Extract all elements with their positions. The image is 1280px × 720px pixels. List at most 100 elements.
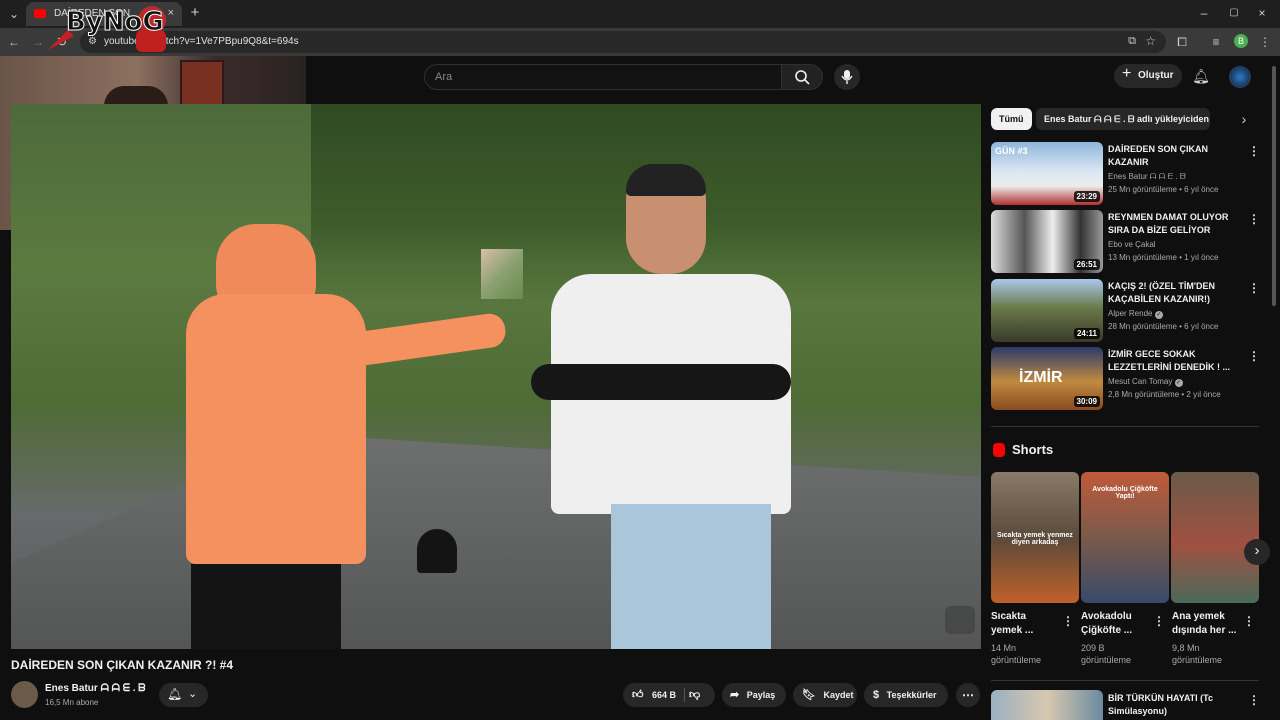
short-views: 9,8 Mn görüntüleme: [1172, 642, 1244, 666]
short-caption: Avokadolu Çiğköfte Yaptı!: [1092, 486, 1158, 500]
share-button[interactable]: ➦ Paylaş: [722, 683, 786, 707]
thumbnail-overlay-text: İZMİR: [1019, 369, 1063, 386]
more-vert-icon[interactable]: ⋮: [1153, 615, 1165, 627]
voice-search-button[interactable]: [834, 64, 860, 90]
recommendation-channel[interactable]: Ebo ve Çakal: [1108, 240, 1156, 249]
title-line: Sıcakta: [991, 611, 1027, 622]
back-arrow-icon[interactable]: ←: [6, 34, 22, 50]
recommendation-title[interactable]: BİR TÜRKÜN HAYATI (Tc Simülasyonu): [1108, 692, 1238, 718]
subscription-notifications-button[interactable]: 🔔︎ ⌄: [159, 683, 208, 707]
more-vert-icon[interactable]: ⋮: [1248, 350, 1260, 362]
chevron-right-icon: ›: [1254, 542, 1260, 559]
dislike-button[interactable]: 👎︎: [689, 683, 711, 707]
shorts-logo-icon: [993, 443, 1005, 457]
views-line: görüntüleme: [1081, 655, 1132, 665]
channel-watermark-icon[interactable]: [945, 606, 975, 634]
title-line: KAZANIR: [1108, 157, 1149, 167]
short-thumbnail[interactable]: [1171, 472, 1259, 603]
title-line: Ana yemek: [1172, 611, 1225, 622]
views-line: görüntüleme: [1172, 655, 1223, 665]
recommendation-thumbnail[interactable]: [991, 690, 1103, 720]
search-button[interactable]: [781, 64, 823, 90]
more-vert-icon[interactable]: ⋮: [1248, 213, 1260, 225]
more-dots-icon: ⋯: [962, 688, 974, 702]
short-title[interactable]: Ana yemek dışında her ...: [1172, 610, 1244, 638]
more-actions-button[interactable]: ⋯: [956, 683, 980, 707]
shorts-next-button[interactable]: ›: [1244, 539, 1270, 565]
notifications-bell-icon[interactable]: 🔔︎: [1192, 68, 1210, 86]
sidebar-divider: [991, 680, 1259, 681]
title-line: dışında her ...: [1172, 625, 1237, 636]
person-right-white-hoodie: [531, 164, 801, 649]
recommendation-title[interactable]: DAİREDEN SON ÇIKAN KAZANIR: [1108, 143, 1238, 169]
video-duration: 24:11: [1073, 328, 1100, 339]
recommendation-thumbnail[interactable]: 24:11: [991, 279, 1103, 342]
more-vert-icon[interactable]: ⋮: [1248, 694, 1260, 706]
more-vert-icon[interactable]: ⋮: [1243, 615, 1255, 627]
more-vert-icon[interactable]: ⋮: [1062, 615, 1074, 627]
super-thanks-icon: $: [873, 689, 880, 701]
video-duration: 30:09: [1073, 396, 1100, 407]
recommendation-thumbnail[interactable]: İZMİR 30:09: [991, 347, 1103, 410]
install-app-icon[interactable]: ⧉: [1128, 35, 1136, 48]
thumbs-up-icon: 👍︎: [632, 689, 644, 701]
bell-icon: 🔔︎: [167, 687, 183, 701]
address-bar[interactable]: ⚙ youtube.c /watch?v=1Ve7PBpu9Q8&t=694s …: [80, 31, 1166, 53]
chips-next-chevron-icon[interactable]: ›: [1236, 111, 1252, 127]
streamer-logo: ByNoG: [40, 0, 170, 56]
thanks-button[interactable]: $ Teşekkürler: [864, 683, 948, 707]
browser-menu-icon[interactable]: ⋮: [1258, 34, 1272, 50]
profile-avatar-icon[interactable]: B: [1234, 34, 1248, 48]
recommendation-channel[interactable]: Alper Rende ✓: [1108, 309, 1163, 319]
bookmark-star-icon[interactable]: ☆: [1145, 34, 1156, 48]
short-thumbnail[interactable]: Avokadolu Çiğköfte Yaptı!: [1081, 472, 1169, 603]
title-line: REYNMEN DAMAT OLUYOR: [1108, 212, 1229, 222]
short-caption: Sıcakta yemek yenmez diyen arkadaş: [997, 532, 1073, 546]
recommendation-title[interactable]: KAÇIŞ 2! (ÖZEL TİM'DEN KAÇABİLEN KAZANIR…: [1108, 280, 1238, 306]
title-line: yemek ...: [991, 625, 1034, 636]
recommendation-title[interactable]: İZMİR GECE SOKAK LEZZETLERİNİ DENEDİK ! …: [1108, 348, 1238, 374]
short-thumbnail[interactable]: Sıcakta yemek yenmez diyen arkadaş: [991, 472, 1079, 603]
chip-all[interactable]: Tümü: [991, 108, 1032, 130]
recommendation-meta: 13 Mn görüntüleme • 1 yıl önce: [1108, 253, 1219, 262]
channel-avatar[interactable]: [11, 681, 38, 708]
streamer-logo-graphic: ByNoG: [48, 6, 166, 52]
subscriber-count: 16,5 Mn abone: [45, 698, 99, 707]
recommendation-thumbnail[interactable]: GÜN #3 23:29: [991, 142, 1103, 205]
thumbs-down-icon: 👎︎: [689, 689, 701, 701]
verified-check-icon: ✓: [1174, 379, 1183, 387]
recommendation-thumbnail[interactable]: 26:51: [991, 210, 1103, 273]
channel-label: Alper Rende: [1108, 309, 1153, 318]
browser-toolbar: ← → ↻ ⚙ youtube.c /watch?v=1Ve7PBpu9Q8&t…: [0, 28, 1280, 56]
bookmark-icon: 🔖︎: [802, 689, 816, 701]
views-line: 14 Mn: [991, 643, 1017, 653]
short-title[interactable]: Avokadolu Çiğköfte ...: [1081, 610, 1153, 638]
recommendation-title[interactable]: REYNMEN DAMAT OLUYOR SIRA DA BİZE GELİYO…: [1108, 211, 1238, 237]
restore-window-icon[interactable]: ▢: [1226, 5, 1242, 21]
search-input[interactable]: Ara: [424, 64, 782, 90]
short-title[interactable]: Sıcakta yemek ...: [991, 610, 1063, 638]
thanks-label: Teşekkürler: [886, 690, 937, 700]
more-vert-icon[interactable]: ⋮: [1248, 282, 1260, 294]
account-avatar[interactable]: [1229, 66, 1251, 88]
chip-from-uploader[interactable]: Enes Batur ᗩ ᗩ ᗴ . ᗷ adlı yükleyiciden: [1036, 108, 1210, 130]
save-button[interactable]: 🔖︎ Kaydet: [793, 683, 857, 707]
close-window-icon[interactable]: ×: [1254, 5, 1270, 21]
extensions-icon[interactable]: ⧠: [1174, 34, 1190, 50]
recommendation-channel[interactable]: Mesut Can Tomay ✓: [1108, 377, 1183, 387]
more-vert-icon[interactable]: ⋮: [1248, 145, 1260, 157]
new-tab-icon[interactable]: +: [186, 5, 204, 23]
like-button[interactable]: 👍︎ 664 B: [623, 683, 683, 707]
person-left-orange-hoodie: [176, 174, 508, 649]
page-scrollbar[interactable]: [1272, 66, 1276, 306]
minimize-window-icon[interactable]: –: [1196, 5, 1212, 21]
video-player[interactable]: [11, 104, 981, 649]
title-line: LEZZETLERİNİ DENEDİK ! ...: [1108, 362, 1231, 372]
tab-list-dropdown-icon[interactable]: ⌄: [6, 6, 22, 22]
channel-name[interactable]: Enes Batur ᗩ ᗩ ᗴ . ᗷ: [45, 683, 146, 694]
media-controls-icon[interactable]: ≡: [1208, 34, 1224, 50]
create-button[interactable]: + Oluştur: [1114, 64, 1182, 88]
recommendation-channel[interactable]: Enes Batur ᗩ ᗩ ᗴ . ᗷ: [1108, 172, 1186, 182]
recommendation-meta: 28 Mn görüntüleme • 6 yıl önce: [1108, 322, 1219, 331]
views-line: 9,8 Mn: [1172, 643, 1200, 653]
